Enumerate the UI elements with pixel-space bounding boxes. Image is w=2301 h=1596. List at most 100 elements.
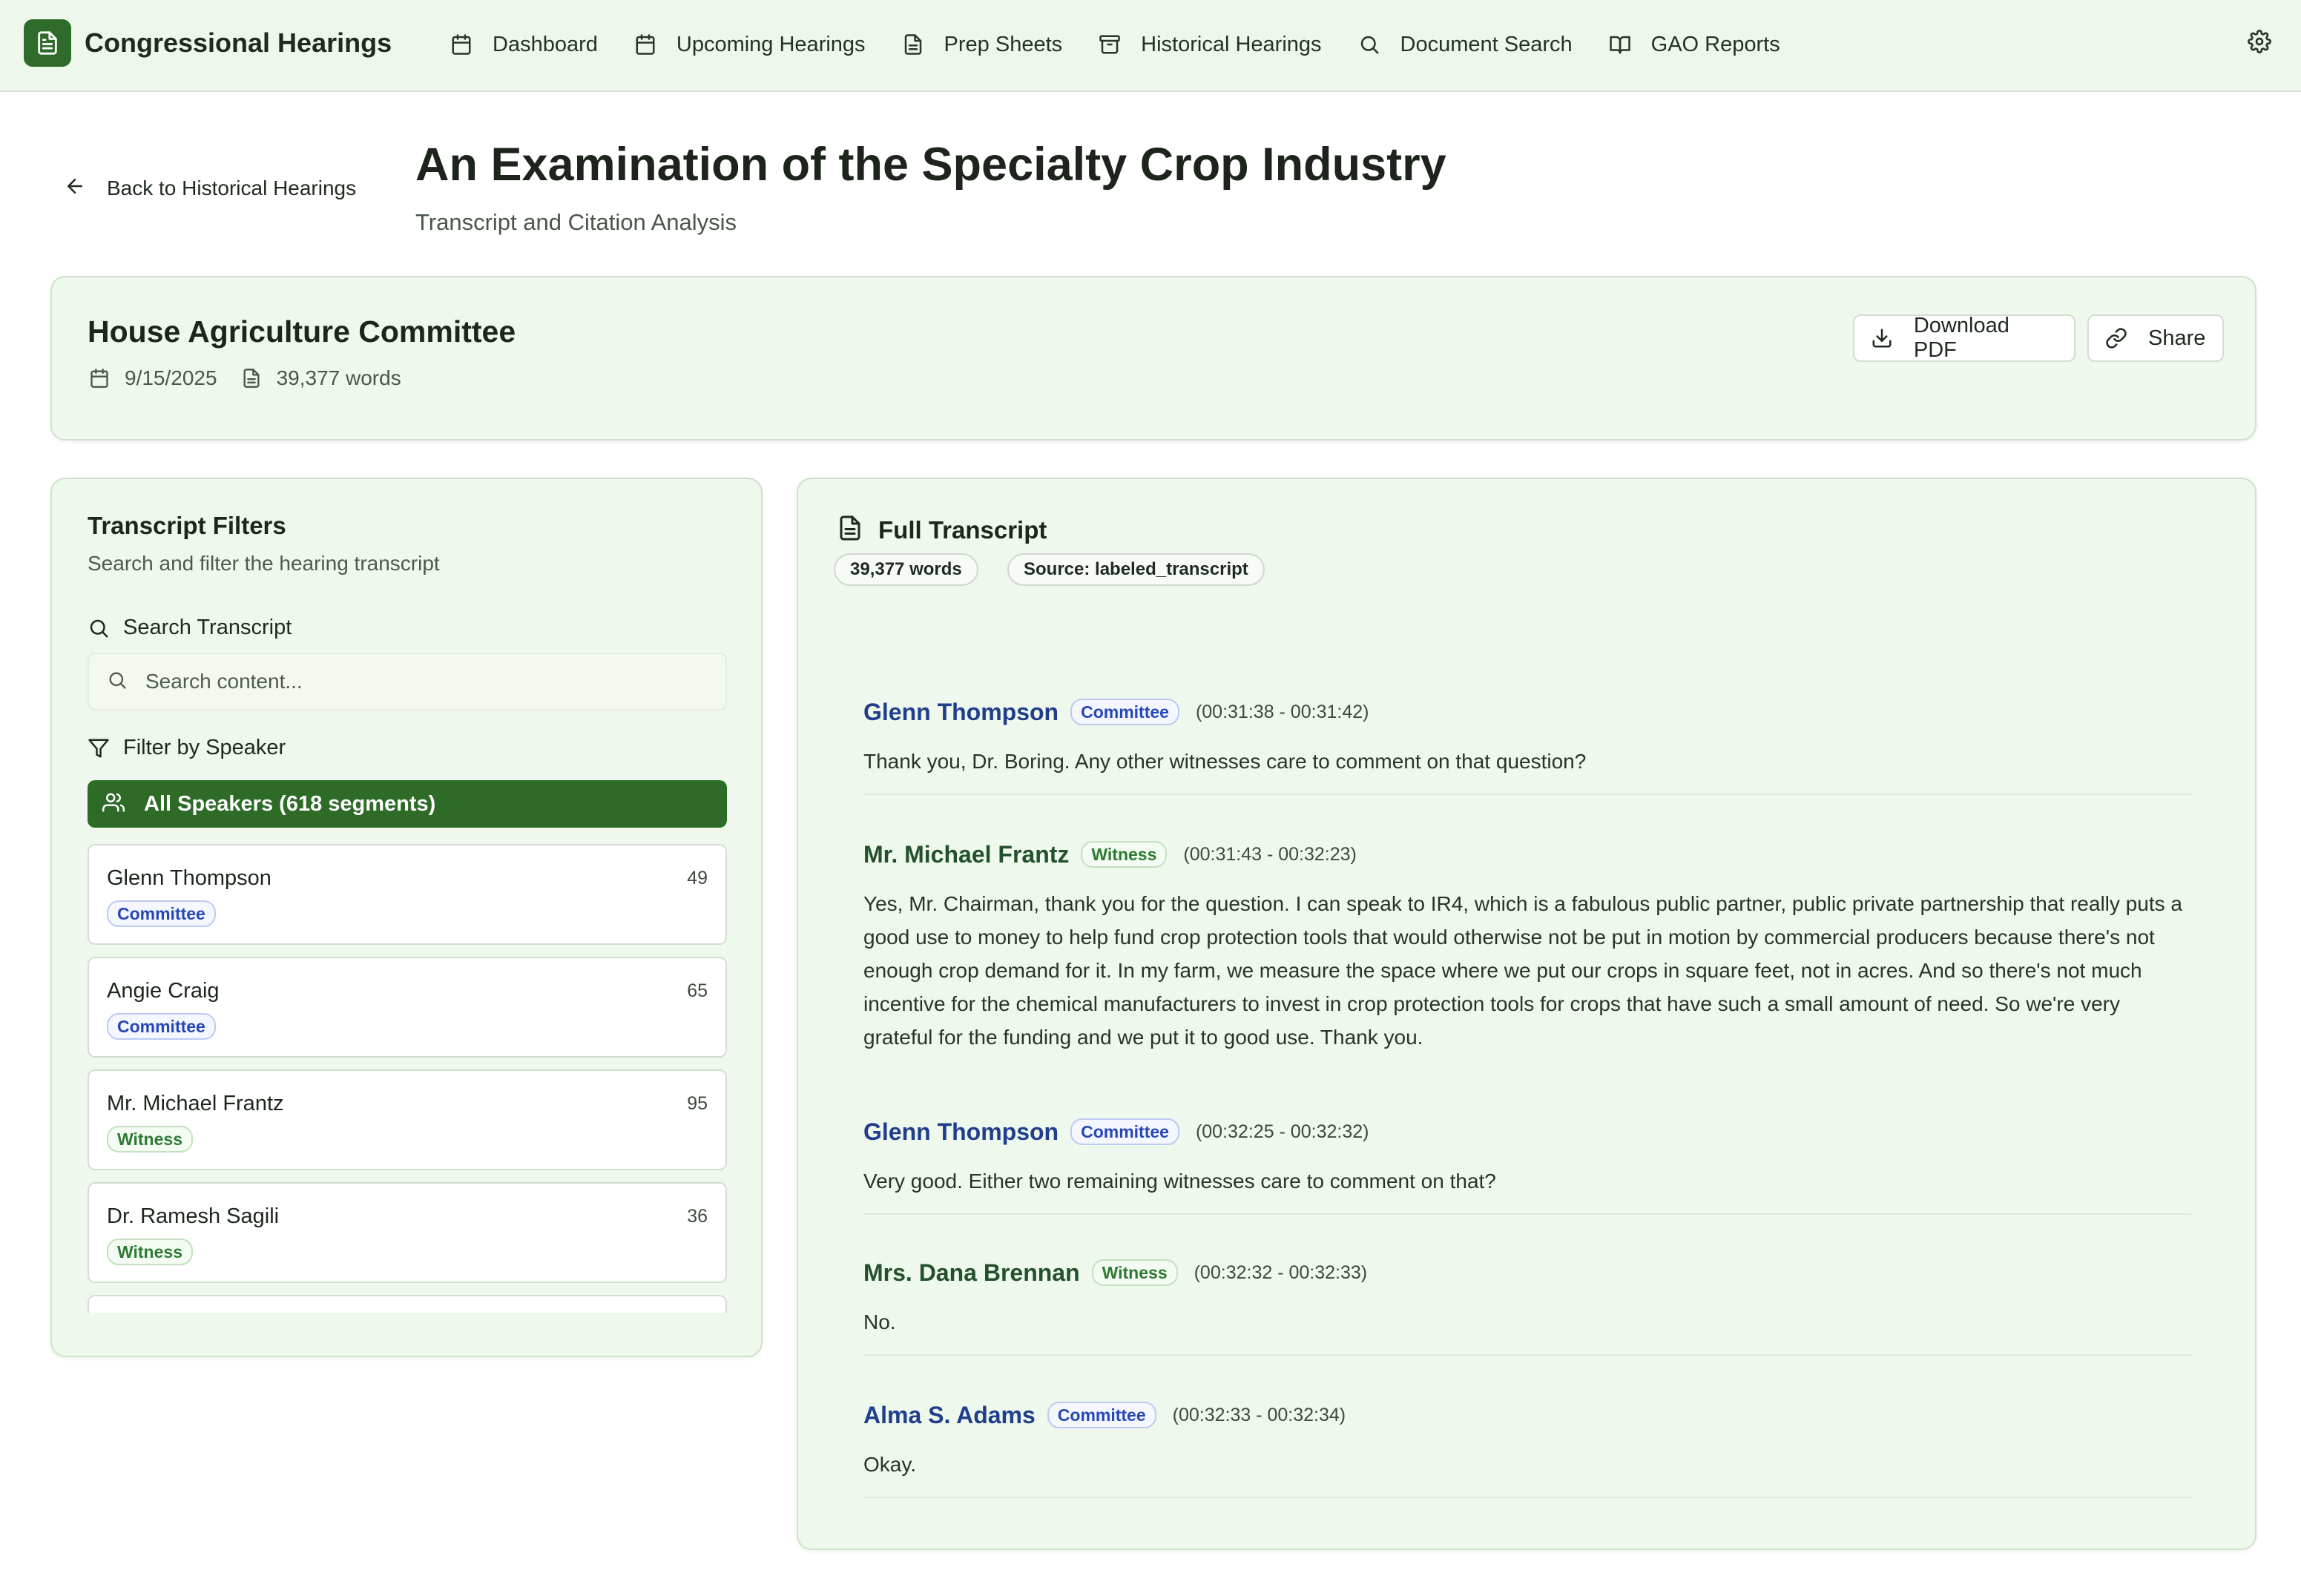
calendar-icon	[450, 33, 473, 56]
document-icon	[241, 367, 263, 389]
speaker-item[interactable]: Glenn Thompson 49 Committee	[88, 844, 727, 945]
segment-text: Very good. Either two remaining witnesse…	[863, 1170, 1496, 1193]
download-pdf-button[interactable]: Download PDF	[1853, 314, 2075, 362]
search-transcript-label: Search Transcript	[88, 616, 292, 640]
nav-label: Document Search	[1400, 32, 1573, 56]
share-button[interactable]: Share	[2087, 314, 2224, 362]
nav-label: GAO Reports	[1650, 32, 1780, 56]
search-transcript-label-text: Search Transcript	[123, 616, 292, 639]
arrow-left-icon	[64, 175, 86, 201]
brand[interactable]: Congressional Hearings	[24, 19, 392, 67]
segment-speaker[interactable]: Alma S. Adams	[863, 1402, 1036, 1429]
nav-label: Dashboard	[493, 32, 598, 56]
back-link[interactable]: Back to Historical Hearings	[64, 175, 356, 201]
nav-prep-sheets[interactable]: Prep Sheets	[901, 22, 1063, 67]
transcript-filters-panel: Transcript Filters Search and filter the…	[50, 478, 763, 1357]
committee-name: House Agriculture Committee	[88, 314, 516, 349]
download-pdf-label: Download PDF	[1913, 314, 2009, 362]
segment-divider	[863, 794, 2191, 795]
hearing-date: 9/15/2025	[125, 366, 217, 389]
source-badge: Source: labeled_transcript	[1007, 553, 1265, 586]
segment-speaker[interactable]: Glenn Thompson	[863, 699, 1059, 726]
nav-upcoming-hearings[interactable]: Upcoming Hearings	[633, 22, 866, 67]
speaker-item-count: 36	[687, 1206, 708, 1227]
segment-timecode: (00:32:32 - 00:32:33)	[1194, 1262, 1368, 1283]
speaker-item[interactable]: Dr. Ramesh Sagili 36 Witness	[88, 1182, 727, 1283]
nav-dashboard[interactable]: Dashboard	[450, 22, 598, 67]
segment-divider	[863, 1497, 2191, 1498]
calendar-icon	[633, 33, 657, 56]
document-icon	[901, 33, 925, 56]
hearing-meta: 9/15/2025 39,377 words	[89, 366, 425, 390]
role-badge: Committee	[107, 1013, 216, 1040]
main-nav: Dashboard Upcoming Hearings Prep Sheets …	[450, 22, 1816, 67]
segment-speaker[interactable]: Mr. Michael Frantz	[863, 841, 1069, 868]
hearing-word-count: 39,377 words	[276, 366, 401, 389]
transcript-segment: Mrs. Dana Brennan Witness (00:32:32 - 00…	[863, 1256, 2191, 1339]
role-badge: Witness	[1081, 841, 1168, 868]
search-input[interactable]	[145, 670, 709, 693]
role-badge: Committee	[1070, 1118, 1179, 1145]
hearing-info-card: House Agriculture Committee 9/15/2025 39…	[50, 276, 2256, 441]
filters-title: Transcript Filters	[88, 512, 286, 539]
app-title: Congressional Hearings	[85, 27, 392, 58]
speaker-item[interactable]: Angie Craig 65 Committee	[88, 957, 727, 1058]
role-badge: Committee	[107, 900, 216, 927]
calendar-icon	[89, 367, 111, 389]
filters-subtitle: Search and filter the hearing transcript	[88, 552, 440, 575]
document-logo-icon	[24, 19, 71, 67]
segment-divider	[863, 1213, 2191, 1215]
transcript-segment: Alma S. Adams Committee (00:32:33 - 00:3…	[863, 1399, 2191, 1481]
segment-text: Yes, Mr. Chairman, thank you for the que…	[863, 892, 2182, 1049]
role-badge: Witness	[107, 1126, 193, 1153]
nav-document-search[interactable]: Document Search	[1357, 22, 1573, 67]
all-speakers-label: All Speakers (618 segments)	[144, 791, 436, 816]
speaker-item-name: Glenn Thompson	[107, 866, 271, 890]
top-nav-bar: Congressional Hearings Dashboard Upcomin…	[0, 0, 2301, 92]
back-link-label: Back to Historical Hearings	[107, 176, 357, 200]
search-field[interactable]	[88, 653, 727, 710]
archive-icon	[1098, 33, 1122, 56]
transcript-segment: Mr. Michael Frantz Witness (00:31:43 - 0…	[863, 838, 2191, 1054]
speaker-item-name: Dr. Ramesh Sagili	[107, 1204, 280, 1228]
transcript-segment: Glenn Thompson Committee (00:31:38 - 00:…	[863, 696, 2191, 778]
segment-timecode: (00:31:43 - 00:32:23)	[1183, 843, 1357, 865]
speaker-item[interactable]: Mr. Michael Frantz 95 Witness	[88, 1069, 727, 1170]
document-icon	[837, 515, 863, 545]
nav-gao-reports[interactable]: GAO Reports	[1608, 22, 1780, 67]
share-label: Share	[2148, 326, 2206, 350]
speaker-item[interactable]	[88, 1295, 727, 1313]
link-icon	[2105, 326, 2129, 350]
transcript-title: Full Transcript	[878, 515, 1047, 544]
page-subtitle: Transcript and Citation Analysis	[415, 209, 737, 235]
role-badge: Witness	[107, 1239, 193, 1265]
segment-speaker[interactable]: Glenn Thompson	[863, 1118, 1059, 1146]
nav-label: Historical Hearings	[1141, 32, 1322, 56]
search-icon	[88, 616, 111, 640]
speaker-item-count: 49	[687, 868, 708, 888]
all-speakers-button[interactable]: All Speakers (618 segments)	[88, 780, 727, 828]
speaker-item-name: Mr. Michael Frantz	[107, 1092, 284, 1115]
transcript-segment: Glenn Thompson Committee (00:32:25 - 00:…	[863, 1115, 2191, 1198]
search-icon	[1357, 33, 1381, 56]
speaker-item-name: Angie Craig	[107, 979, 220, 1003]
filter-by-speaker-label: Filter by Speaker	[88, 736, 286, 760]
transcript-header: Full Transcript	[837, 515, 1047, 545]
book-icon	[1608, 33, 1632, 56]
speaker-item-count: 65	[687, 980, 708, 1001]
segment-text: Okay.	[863, 1453, 917, 1476]
segment-speaker[interactable]: Mrs. Dana Brennan	[863, 1259, 1080, 1287]
gear-icon[interactable]	[2248, 30, 2274, 56]
nav-label: Prep Sheets	[944, 32, 1063, 56]
full-transcript-panel: Full Transcript 39,377 words Source: lab…	[797, 478, 2256, 1550]
segment-text: Thank you, Dr. Boring. Any other witness…	[863, 750, 1587, 773]
segment-timecode: (00:31:38 - 00:31:42)	[1195, 701, 1369, 722]
download-icon	[1871, 326, 1895, 350]
role-badge: Committee	[1047, 1402, 1156, 1428]
segment-divider	[863, 1354, 2191, 1356]
speaker-item-count: 95	[687, 1093, 708, 1114]
segment-timecode: (00:32:25 - 00:32:32)	[1195, 1121, 1369, 1142]
speaker-list[interactable]: Glenn Thompson 49 Committee Angie Craig …	[88, 844, 727, 1313]
nav-historical-hearings[interactable]: Historical Hearings	[1098, 22, 1322, 67]
segment-timecode: (00:32:33 - 00:32:34)	[1172, 1404, 1346, 1425]
